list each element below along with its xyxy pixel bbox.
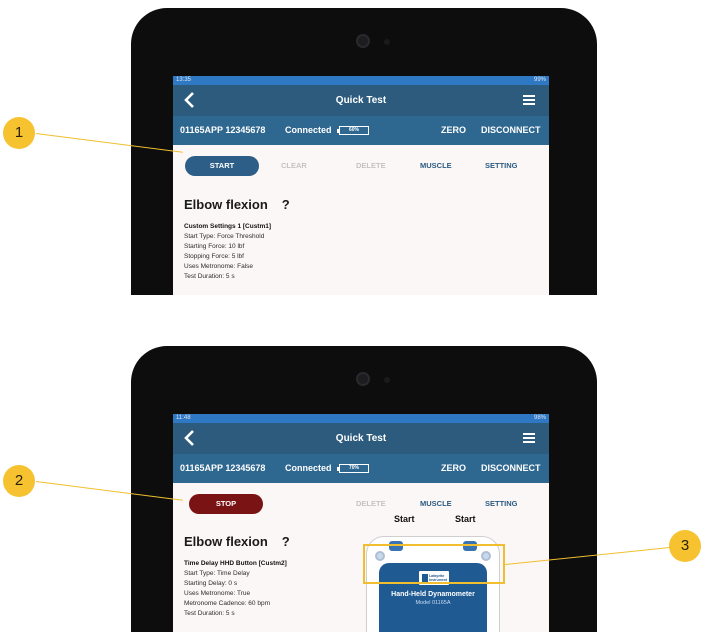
help-button[interactable]: ? xyxy=(282,534,290,549)
muscle-button[interactable]: MUSCLE xyxy=(420,483,452,525)
clear-button[interactable]: CLEAR xyxy=(281,145,307,187)
stop-button[interactable]: STOP xyxy=(189,494,263,514)
app-title: Quick Test xyxy=(335,95,387,106)
disconnect-button[interactable]: DISCONNECT xyxy=(481,116,541,145)
delete-button[interactable]: DELETE xyxy=(356,483,386,525)
help-button[interactable]: ? xyxy=(282,197,290,212)
start-button[interactable]: START xyxy=(185,156,259,176)
app-title: Quick Test xyxy=(335,433,387,444)
menu-icon[interactable] xyxy=(523,95,535,105)
app-bar: Quick Test xyxy=(173,85,549,116)
app-screen-1: 13:35 99% Quick Test 01165APP 12345678 C… xyxy=(173,76,549,295)
device-bar: 01165APP 12345678 Connected 70% ZERO DIS… xyxy=(173,454,549,483)
camera-icon xyxy=(356,372,370,386)
app-bar: Quick Test xyxy=(173,423,549,454)
status-bar: 13:35 99% xyxy=(173,76,549,85)
settings-summary: Time Delay HHD Button [Custm2] Start Typ… xyxy=(184,559,287,619)
setting-button[interactable]: SETTING xyxy=(485,483,518,525)
device-start-label-right: Start xyxy=(455,514,476,524)
callout-badge-3: 3 xyxy=(669,530,701,562)
device-id: 01165APP 12345678 xyxy=(180,125,266,135)
muscle-button[interactable]: MUSCLE xyxy=(420,145,452,187)
action-bar: STOP DELETE MUSCLE SETTING xyxy=(173,483,549,525)
exercise-name: Elbow flexion xyxy=(184,534,268,549)
status-time: 11:48 xyxy=(176,415,191,421)
start-buttons-highlight xyxy=(363,544,505,584)
callout-badge-2: 2 xyxy=(3,465,35,497)
tablet-frame-1: 13:35 99% Quick Test 01165APP 12345678 C… xyxy=(131,8,597,295)
status-battery: 98% xyxy=(533,415,546,421)
settings-line: Uses Metronome: False xyxy=(184,263,253,270)
connection-status: Connected xyxy=(285,125,332,135)
delete-button[interactable]: DELETE xyxy=(356,145,386,187)
settings-line: Start Type: Force Threshold xyxy=(184,233,265,240)
device-name: Hand-Held Dynamometer xyxy=(391,591,475,598)
settings-title: Time Delay HHD Button [Custm2] xyxy=(184,560,287,567)
exercise-heading: Elbow flexion? xyxy=(184,197,290,212)
settings-line: Starting Force: 10 lbf xyxy=(184,243,245,250)
sensor-icon xyxy=(384,39,390,45)
status-time: 13:35 xyxy=(176,77,192,83)
device-id: 01165APP 12345678 xyxy=(180,463,266,473)
exercise-name: Elbow flexion xyxy=(184,197,268,212)
settings-line: Start Type: Time Delay xyxy=(184,570,250,577)
status-battery: 99% xyxy=(533,77,546,83)
exercise-heading: Elbow flexion? xyxy=(184,534,290,549)
setting-button[interactable]: SETTING xyxy=(485,145,518,187)
settings-line: Test Duration: 5 s xyxy=(184,610,235,617)
settings-title: Custom Settings 1 [Custm1] xyxy=(184,223,272,230)
settings-line: Starting Delay: 0 s xyxy=(184,580,238,587)
status-bar: 11:48 98% xyxy=(173,414,549,423)
settings-line: Test Duration: 5 s xyxy=(184,273,235,280)
zero-button[interactable]: ZERO xyxy=(441,116,466,145)
tablet-frame-2: 11:48 98% Quick Test 01165APP 12345678 C… xyxy=(131,346,597,632)
connection-status: Connected xyxy=(285,463,332,473)
disconnect-button[interactable]: DISCONNECT xyxy=(481,454,541,483)
camera-icon xyxy=(356,34,370,48)
menu-icon[interactable] xyxy=(523,433,535,443)
settings-line: Uses Metronome: True xyxy=(184,590,251,597)
sensor-icon xyxy=(384,377,390,383)
settings-line: Metronome Cadence: 60 bpm xyxy=(184,600,270,607)
app-screen-2: 11:48 98% Quick Test 01165APP 12345678 C… xyxy=(173,414,549,632)
device-start-label-left: Start xyxy=(394,514,415,524)
settings-line: Stopping Force: 5 lbf xyxy=(184,253,244,260)
zero-button[interactable]: ZERO xyxy=(441,454,466,483)
battery-indicator: 60% xyxy=(337,126,369,135)
settings-summary: Custom Settings 1 [Custm1] Start Type: F… xyxy=(184,222,271,282)
action-bar: START CLEAR DELETE MUSCLE SETTING xyxy=(173,145,549,187)
device-model: Model 01165A xyxy=(415,600,451,606)
battery-indicator: 70% xyxy=(337,464,369,473)
device-bar: 01165APP 12345678 Connected 60% ZERO DIS… xyxy=(173,116,549,145)
callout-badge-1: 1 xyxy=(3,117,35,149)
